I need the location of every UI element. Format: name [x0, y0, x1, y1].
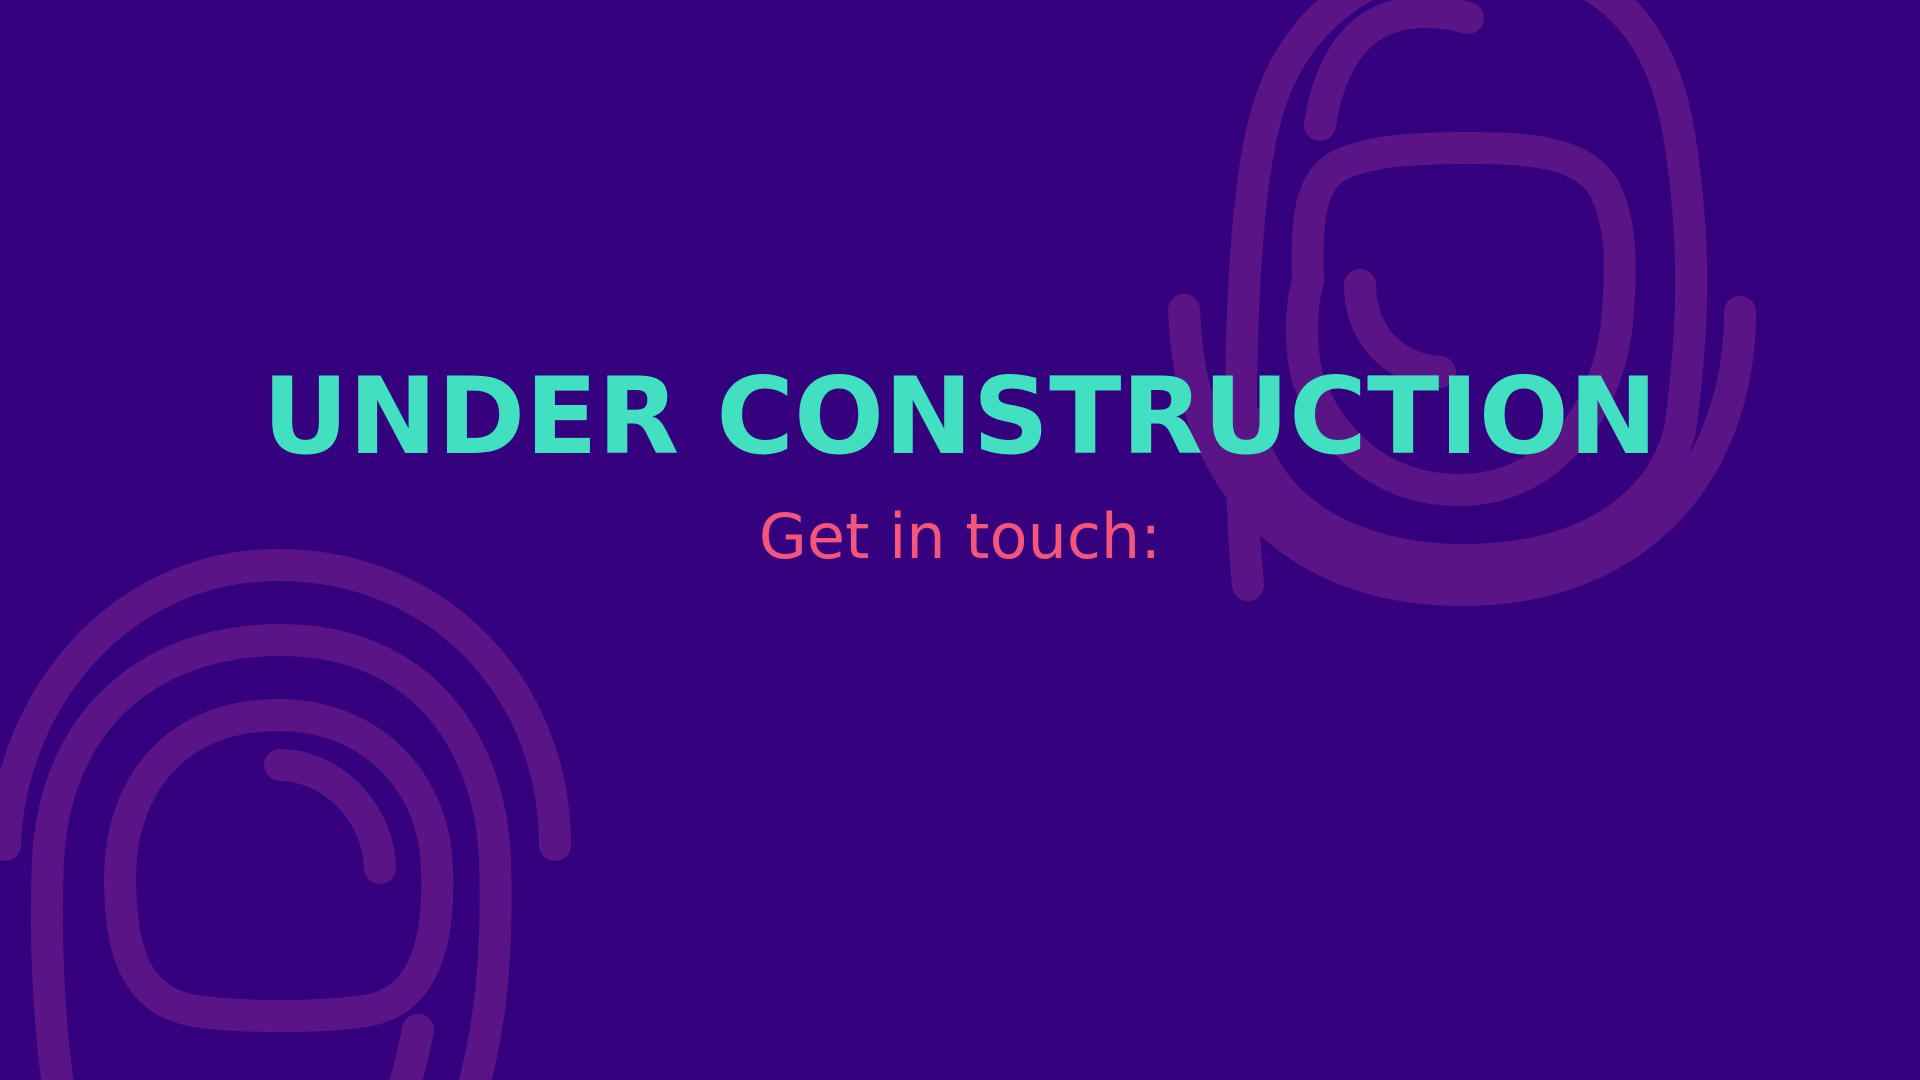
page-title: UNDER CONSTRUCTION [262, 355, 1658, 478]
under-construction-page: UNDER CONSTRUCTION Get in touch: [0, 0, 1920, 1080]
fingerprint-icon [0, 549, 571, 1080]
contact-prompt: Get in touch: [758, 500, 1162, 573]
